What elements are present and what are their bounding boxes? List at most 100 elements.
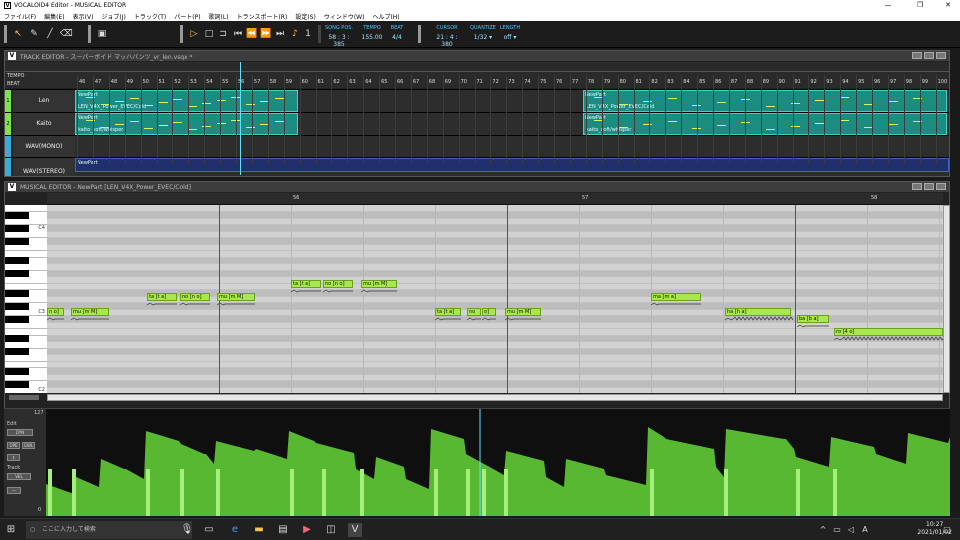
measure-number: 55 — [222, 79, 229, 85]
menu-file[interactable]: ファイル(F) — [0, 12, 40, 21]
menu-view[interactable]: 表示(V) — [69, 12, 98, 21]
zoom-select[interactable] — [9, 395, 39, 400]
track-editor-titlebar: V TRACK EDITOR - スーパーボイド マッハパンツ_vr_len.v… — [5, 51, 949, 61]
task-view-icon[interactable]: ▭ — [202, 523, 216, 537]
menu-help[interactable]: ヘルプ(H) — [368, 12, 403, 21]
dynamics-graph[interactable] — [46, 409, 950, 516]
app-icon[interactable]: ◫ — [324, 523, 338, 537]
menu-track[interactable]: トラック(T) — [130, 12, 170, 21]
measure-number: 99 — [921, 79, 929, 85]
track-row-wav-mono[interactable]: WAV(MONO) — [5, 135, 949, 158]
network-icon[interactable]: ▭ — [830, 523, 844, 537]
maximize-button[interactable] — [924, 183, 934, 190]
piano-keyboard[interactable]: C4 C3 C2 — [5, 205, 47, 393]
tray-chevron-icon[interactable]: ^ — [816, 523, 830, 537]
beat-row-label: BEAT — [7, 81, 20, 87]
minimize-button[interactable] — [912, 183, 922, 190]
menu-job[interactable]: ジョブ(J) — [97, 12, 129, 21]
forward-end-icon[interactable]: ⏭ — [274, 26, 286, 42]
stop-icon[interactable]: □ — [203, 26, 215, 42]
volume-icon[interactable]: ◁ — [844, 523, 858, 537]
length-select[interactable]: LENGTH off ▾ — [498, 25, 522, 41]
menu-lyrics[interactable]: 歌詞(L) — [205, 12, 233, 21]
playhead[interactable] — [240, 62, 241, 175]
edge-icon[interactable]: e — [228, 523, 242, 537]
maximize-button[interactable]: ❐ — [910, 0, 930, 11]
track-name[interactable]: Len — [13, 90, 75, 112]
vocaloid-taskbar-icon[interactable]: V — [348, 523, 362, 537]
track-name[interactable]: Kaito — [13, 113, 75, 135]
expand-icon[interactable]: ↕ — [7, 454, 20, 461]
microphone-icon[interactable]: 🎙 — [180, 523, 194, 537]
measure-number: 62 — [333, 79, 340, 85]
song-pos-readout: SONG POS. 58 : 3 : 385 — [324, 25, 354, 48]
part-block[interactable]: NewPart kaito_soft/whisper — [583, 113, 947, 135]
menu-settings[interactable]: 設定(S) — [291, 12, 320, 21]
line-tool-icon[interactable]: ╱ — [44, 26, 56, 42]
quantize-select[interactable]: QUANTIZE 1/32 ▾ — [470, 25, 496, 41]
track-row-len[interactable]: 1 Len NewPart LEN_V4X_Power_EVEC/Cold New… — [5, 89, 949, 112]
measure-number: 47 — [94, 79, 102, 85]
ope-button[interactable]: OPE — [7, 442, 20, 449]
taskbar-search[interactable]: ○ ここに入力して検索 — [26, 521, 192, 539]
menu-transport[interactable]: トランスポート(R) — [233, 12, 292, 21]
fast-forward-icon[interactable]: ⏩ — [260, 26, 272, 42]
measure-number: 83 — [667, 79, 674, 85]
close-button[interactable]: ✕ — [938, 0, 958, 11]
maximize-button[interactable] — [924, 52, 934, 59]
play-icon[interactable]: ▷ — [188, 26, 200, 42]
close-button[interactable] — [936, 52, 946, 59]
speed-icon[interactable]: 1 — [302, 26, 314, 42]
pencil-tool-icon[interactable]: ✎ — [28, 26, 40, 42]
measure-number: 73 — [508, 79, 515, 85]
rewind-icon[interactable]: ⏪ — [246, 26, 258, 42]
measure-number: 59 — [285, 79, 293, 85]
horizontal-scrollbar[interactable] — [47, 394, 943, 401]
loop-icon[interactable]: ⊐ — [217, 26, 229, 42]
gwl-button[interactable]: GWL — [22, 442, 35, 449]
notification-icon[interactable]: ▢ — [940, 523, 954, 537]
musical-ruler[interactable]: 56 57 58 — [47, 193, 943, 205]
measure-number: 86 — [715, 79, 722, 85]
track-name[interactable]: WAV(STEREO) — [13, 158, 75, 176]
measure-number: 53 — [190, 79, 197, 85]
toolbar: ↖ ✎ ╱ ⌫ ▣ ▷ □ ⊐ ⏮ ⏪ ⏩ ⏭ ♪ 1 SONG POS. 58 … — [0, 21, 960, 48]
track-name[interactable]: WAV(MONO) — [13, 136, 75, 158]
menu-edit[interactable]: 編集(E) — [40, 12, 68, 21]
track-row-kaito[interactable]: 2 Kaito NewPart kaito_soft/whisper NewPar… — [5, 112, 949, 135]
ime-icon[interactable]: A — [858, 523, 872, 537]
measure-number: 57 — [253, 79, 261, 85]
arrow-tool-icon[interactable]: ↖ — [12, 26, 24, 42]
rewind-start-icon[interactable]: ⏮ — [232, 26, 244, 42]
track-row-wav-stereo[interactable]: WAV(STEREO) NewPart — [5, 157, 949, 176]
windows-start-icon[interactable]: ⊞ — [4, 523, 18, 537]
wav-part-block[interactable]: NewPart — [75, 158, 949, 172]
tempo-row-label: TEMPO — [7, 73, 25, 79]
track-ruler[interactable]: TEMPO BEAT 46 47 48 49 50 51 52 53 54 55 56 57 58 59 6… — [5, 62, 949, 88]
vocaloid-icon: V — [8, 52, 16, 60]
media-icon[interactable]: ▶ — [300, 523, 314, 537]
measure-number: 87 — [730, 79, 738, 85]
grid-tool-icon[interactable]: ▣ — [96, 26, 108, 42]
vel-select[interactable]: VEL — [7, 473, 31, 480]
store-icon[interactable]: ▤ — [276, 523, 290, 537]
metronome-icon[interactable]: ♪ — [289, 26, 301, 42]
eraser-tool-icon[interactable]: ⌫ — [60, 26, 73, 42]
vertical-scrollbar[interactable] — [943, 205, 950, 393]
dyn-button[interactable]: DYN — [7, 429, 33, 436]
musical-editor-title: MUSICAL EDITOR - NewPart [LEN_V4X_Power_… — [20, 183, 191, 191]
minimize-button[interactable]: — — [878, 0, 898, 11]
explorer-icon[interactable]: ▬ — [252, 523, 266, 537]
close-button[interactable] — [936, 183, 946, 190]
menu-part[interactable]: パート(P) — [170, 12, 204, 21]
measure-number: 75 — [540, 79, 547, 85]
cursor-readout: CURSOR 21 : 4 : 380 — [436, 25, 458, 48]
minimize-button[interactable] — [912, 52, 922, 59]
menu-window[interactable]: ウィンドウ(W) — [320, 12, 369, 21]
control-side-panel: 127 Edit DYN OPE GWL ↕ Track VEL — 0 — [4, 409, 46, 516]
collapse-button[interactable]: — — [7, 487, 21, 494]
measure-number: 94 — [842, 79, 849, 85]
part-block[interactable]: NewPart LEN_V4X_Power_EVEC/Cold — [583, 90, 947, 112]
piano-roll[interactable]: n o] mu [m M] ta [t a] no [n o] mu [m M]… — [47, 205, 943, 393]
measure-number: 48 — [110, 79, 118, 85]
